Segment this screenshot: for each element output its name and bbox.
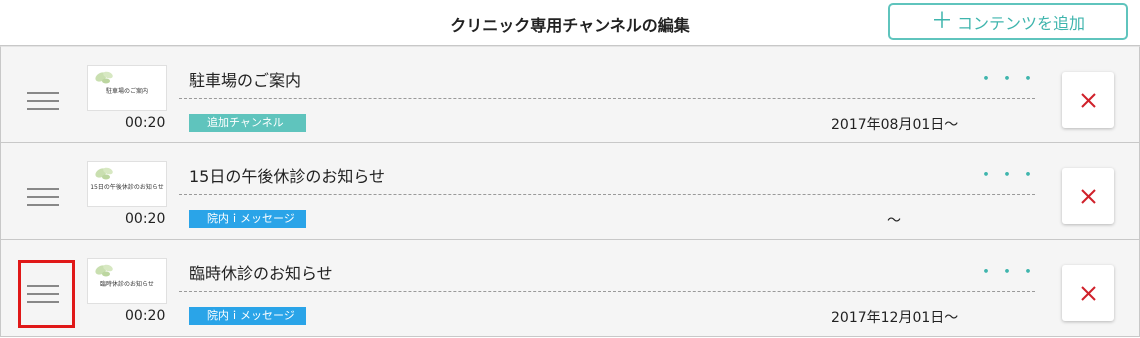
delete-button[interactable] (1062, 265, 1114, 321)
duration: 00:20 (125, 211, 166, 227)
list-item: 駐車場のご案内 00:20 駐車場のご案内 ・・・ 追加チャンネル 2017年0… (0, 46, 1140, 143)
date-range: 〜 (887, 213, 901, 229)
close-icon (1081, 189, 1096, 204)
duration: 00:20 (125, 308, 166, 324)
thumbnail-caption: 駐車場のご案内 (105, 88, 148, 95)
close-icon (1081, 93, 1096, 108)
date-range: 2017年12月01日〜 (831, 310, 959, 326)
more-options-icon[interactable]: ・・・ (977, 258, 1040, 284)
divider (179, 194, 1035, 195)
leaf-icon (95, 167, 113, 180)
drag-handle-icon[interactable] (27, 92, 59, 110)
divider (179, 98, 1035, 99)
content-title: 駐車場のご案内 (189, 71, 302, 90)
thumbnail-caption: 15日の午後休診のお知らせ (90, 184, 164, 191)
date-range: 2017年08月01日〜 (831, 117, 959, 133)
delete-button[interactable] (1062, 168, 1114, 224)
more-options-icon[interactable]: ・・・ (977, 65, 1040, 91)
delete-button[interactable] (1062, 72, 1114, 128)
plus-icon: ＋ (930, 8, 953, 34)
content-thumbnail: 15日の午後休診のお知らせ (87, 161, 167, 207)
leaf-icon (95, 264, 113, 277)
content-thumbnail: 臨時休診のお知らせ (87, 258, 167, 304)
thumbnail-caption: 臨時休診のお知らせ (100, 281, 154, 288)
close-icon (1081, 286, 1096, 301)
duration: 00:20 (125, 115, 166, 131)
leaf-icon (95, 71, 113, 84)
header: クリニック専用チャンネルの編集 ＋ コンテンツを追加 (0, 0, 1140, 46)
channel-tag: 院内ｉメッセージ (189, 307, 306, 325)
channel-tag: 院内ｉメッセージ (189, 210, 306, 228)
content-thumbnail: 駐車場のご案内 (87, 65, 167, 111)
content-list: 駐車場のご案内 00:20 駐車場のご案内 ・・・ 追加チャンネル 2017年0… (0, 46, 1140, 337)
channel-tag: 追加チャンネル (189, 114, 306, 132)
more-options-icon[interactable]: ・・・ (977, 161, 1040, 187)
add-content-label: コンテンツを追加 (957, 13, 1086, 33)
content-title: 臨時休診のお知らせ (189, 264, 333, 283)
list-item: 15日の午後休診のお知らせ 00:20 15日の午後休診のお知らせ ・・・ 院内… (0, 143, 1140, 240)
drag-handle-icon[interactable] (18, 260, 75, 328)
drag-handle-icon[interactable] (27, 188, 59, 206)
divider (179, 291, 1035, 292)
content-title: 15日の午後休診のお知らせ (189, 167, 386, 186)
add-content-button[interactable]: ＋ コンテンツを追加 (888, 3, 1128, 40)
list-item: 臨時休診のお知らせ 00:20 臨時休診のお知らせ ・・・ 院内ｉメッセージ 2… (0, 240, 1140, 337)
